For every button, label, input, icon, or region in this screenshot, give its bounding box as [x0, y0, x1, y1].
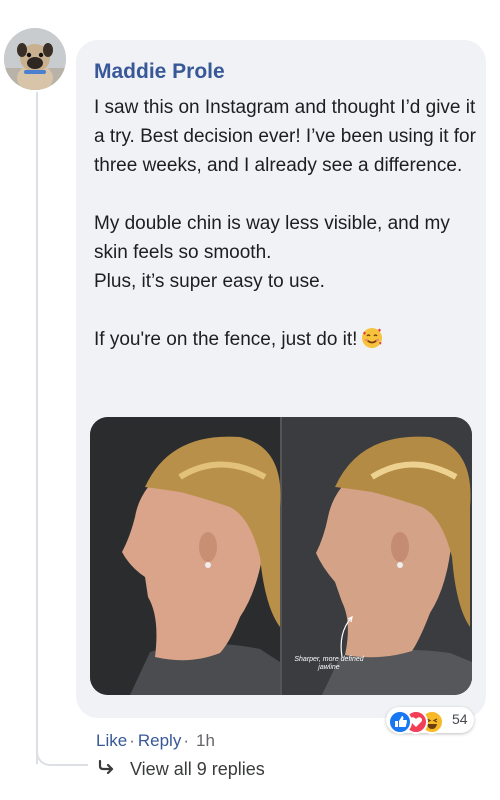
thread-connector	[36, 740, 88, 766]
smiling-face-with-hearts-icon	[361, 327, 383, 358]
photo-caption: Sharper, more defined jawline	[294, 656, 364, 671]
like-icon	[388, 710, 412, 734]
view-replies-link[interactable]: View all 9 replies	[98, 759, 265, 780]
before-after-photo[interactable]: Sharper, more defined jawline	[90, 417, 472, 695]
comment-timestamp[interactable]: 1h	[196, 731, 215, 751]
avatar[interactable]	[4, 28, 66, 90]
reply-arrow-icon	[98, 759, 116, 780]
comment-paragraph: I saw this on Instagram and thought I’d …	[94, 97, 476, 176]
comment-author-name[interactable]: Maddie Prole	[94, 60, 225, 84]
separator-dot: ·	[129, 731, 135, 750]
comment-actions: Like · Reply · 1h	[96, 731, 215, 751]
like-button[interactable]: Like	[96, 731, 127, 751]
comment-paragraph: My double chin is way less visible, and …	[94, 213, 450, 292]
reaction-count: 54	[452, 711, 468, 727]
view-replies-label[interactable]: View all 9 replies	[130, 759, 265, 780]
reaction-summary[interactable]: 54	[386, 707, 474, 734]
comment-paragraph: If you're on the fence, just do it!	[94, 325, 479, 358]
separator-dot: ·	[183, 731, 189, 750]
comment-body: I saw this on Instagram and thought I’d …	[94, 93, 479, 358]
reply-button[interactable]: Reply	[138, 731, 181, 751]
before-after-image	[90, 417, 472, 695]
dog-avatar-image	[4, 28, 66, 90]
thread-line	[36, 92, 38, 764]
